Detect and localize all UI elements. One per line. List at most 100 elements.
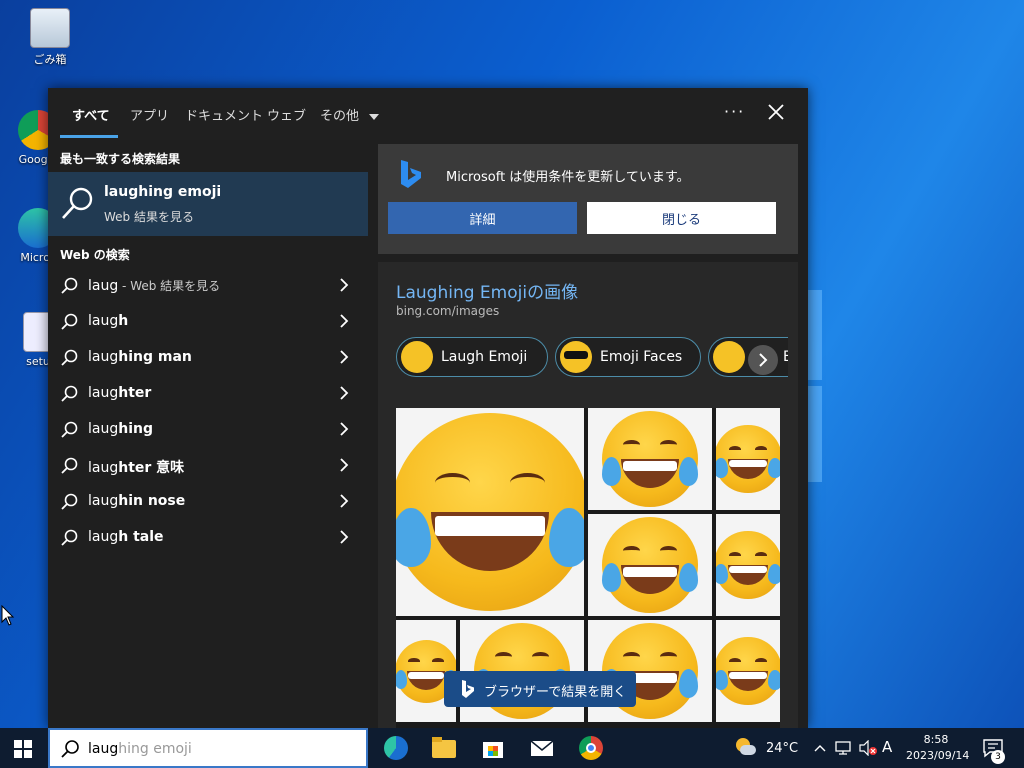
best-match-result[interactable]: laughing emoji Web 結果を見る [48,172,368,236]
tab-apps[interactable]: アプリ [130,105,169,125]
face-eye [729,657,742,665]
web-suggestion-item[interactable]: laughter [48,376,368,412]
image-thumbnail[interactable] [588,514,712,616]
search-icon [61,529,78,546]
mail-icon[interactable] [530,736,554,760]
chips-next-button[interactable] [748,345,778,375]
suggestion-completion: hin nose [118,493,186,509]
caret-down-icon [369,113,380,120]
file-explorer-icon[interactable] [432,736,456,760]
search-query-text: laughing emoji [88,741,192,757]
search-tab-bar: すべて アプリ ドキュメント ウェブ その他 ··· [48,88,808,140]
search-autocomplete-text: hing emoji [118,741,192,757]
chevron-right-icon[interactable] [338,492,350,510]
terms-update-notice: Microsoft は使用条件を更新しています。 詳細 閉じる [378,144,798,254]
chevron-right-icon[interactable] [338,420,350,438]
chevron-up-icon[interactable] [814,743,826,753]
suggestion-text: laughin nose [88,493,185,509]
weather-temperature[interactable]: 24°C [766,741,798,756]
suggestion-text: laughing man [88,349,192,365]
ime-indicator[interactable]: A [882,738,892,756]
chip-laugh-emoji[interactable]: Laugh Emoji [396,337,548,377]
web-suggestion-item[interactable]: laugh [48,304,368,340]
image-results-card: Laughing Emojiの画像 bing.com/images Laugh … [378,262,798,728]
face-eye [729,445,742,453]
chevron-right-icon[interactable] [338,456,350,474]
clock[interactable]: 8:58 2023/09/14 [906,732,970,764]
store-logo [488,746,498,756]
face-eye [622,439,641,450]
tab-more[interactable]: その他 [320,105,380,125]
image-thumbnail[interactable] [396,408,584,616]
face-eye [622,651,641,662]
weather-cloud [740,745,756,755]
search-icon [61,313,78,330]
preview-column: Microsoft は使用条件を更新しています。 詳細 閉じる Laughing… [378,144,798,728]
chevron-right-icon[interactable] [338,384,350,402]
weather-icon[interactable] [734,738,756,756]
chip-label: E [783,349,788,365]
chrome-icon[interactable] [579,736,603,760]
tab-all[interactable]: すべて [72,105,110,125]
web-suggestion-item[interactable]: laughter 意味 [48,448,368,484]
chip-label: Laugh Emoji [441,349,528,365]
image-thumbnail[interactable] [716,620,780,722]
notification-count-badge: 3 [991,750,1005,764]
suggestion-typed-part: laug [88,385,119,401]
taskbar-search-input[interactable]: laughing emoji [48,728,368,768]
chevron-right-icon[interactable] [338,312,350,330]
clock-time: 8:58 [923,733,949,746]
web-suggestion-item[interactable]: laughing man [48,340,368,376]
web-suggestion-item[interactable]: laughing [48,412,368,448]
tab-documents[interactable]: ドキュメント [185,105,263,125]
best-match-subtitle: Web 結果を見る [104,210,194,224]
mouse-cursor-icon [1,605,15,626]
search-icon [61,421,78,438]
suggestion-typed-part: laug [88,460,119,476]
envelope-shape [530,740,554,756]
face-tear [549,508,584,568]
chevron-right-icon[interactable] [338,348,350,366]
tab-web[interactable]: ウェブ [267,105,306,125]
suggestion-typed-part: laug [88,278,119,294]
desktop-icon-label: ごみ箱 [33,53,67,66]
face-teeth [622,566,678,577]
suggestion-typed-part: laug [88,421,119,437]
suggestion-typed-part: laug [88,349,119,365]
web-suggestion-item[interactable]: laughin nose [48,484,368,520]
image-thumbnail[interactable] [716,514,780,616]
store-icon[interactable] [481,736,505,760]
details-button[interactable]: 詳細 [388,202,577,234]
chevron-right-icon[interactable] [338,528,350,546]
face-teeth [729,672,767,680]
dismiss-button[interactable]: 閉じる [587,202,776,234]
web-suggestion-item[interactable]: laug - Web 結果を見る [48,268,368,304]
suggestion-text: laughter 意味 [88,457,184,477]
best-match-title: laughing emoji [104,184,222,200]
suggestion-text: laughter [88,385,151,401]
search-icon [61,277,78,294]
more-options-button[interactable]: ··· [724,102,745,121]
desktop-icon-recycle-bin[interactable]: ごみ箱 [12,8,88,67]
active-tab-indicator [60,135,118,138]
chevron-right-icon[interactable] [338,276,350,294]
clock-date: 2023/09/14 [906,749,970,762]
face-eye [432,658,444,664]
search-icon [61,740,79,758]
face-tear [768,457,780,478]
close-icon[interactable] [766,102,786,122]
image-thumbnail[interactable] [588,408,712,510]
chip-emoji-faces[interactable]: Emoji Faces [555,337,701,377]
network-icon[interactable] [834,740,852,756]
edge-icon[interactable] [384,736,408,760]
image-results-title[interactable]: Laughing Emojiの画像 [396,278,578,303]
face-teeth [408,672,444,679]
open-in-browser-button[interactable]: ブラウザーで結果を開く [444,671,636,707]
volume-muted-icon[interactable] [858,740,878,756]
search-icon [61,385,78,402]
windows-start-icon[interactable] [14,740,32,758]
search-icon [61,349,78,366]
image-thumbnail[interactable] [716,408,780,510]
search-icon [62,187,93,219]
web-suggestion-item[interactable]: laugh tale [48,520,368,556]
